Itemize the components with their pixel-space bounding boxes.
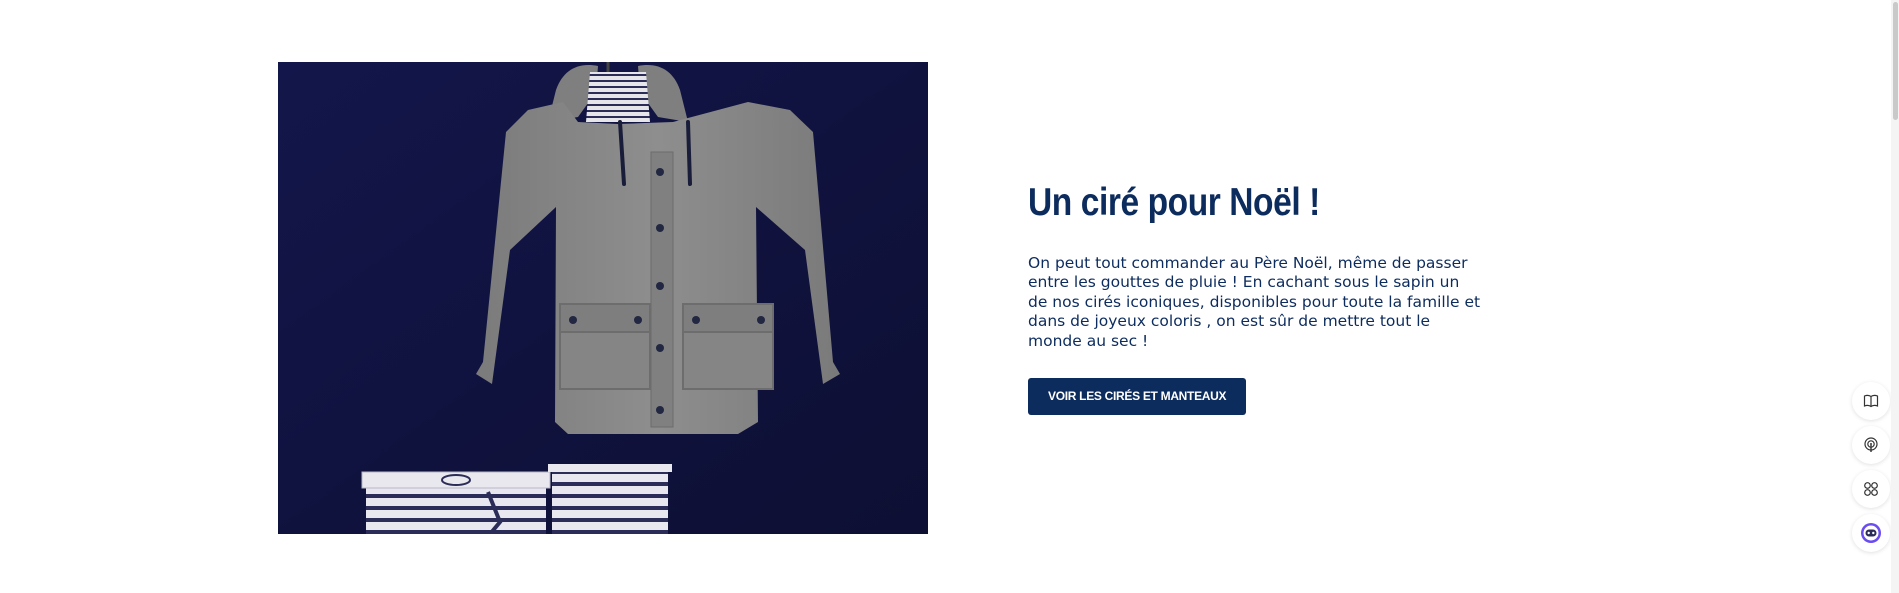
chatbot-icon xyxy=(1861,523,1881,543)
podcast-icon xyxy=(1864,437,1878,452)
promo-title: Un ciré pour Noël ! xyxy=(1028,181,1320,224)
promo-description: On peut tout commander au Père Noël, mêm… xyxy=(1028,254,1481,350)
apps-button[interactable] xyxy=(1852,470,1890,508)
podcast-button[interactable] xyxy=(1852,426,1890,464)
chatbot-button[interactable] xyxy=(1852,514,1890,552)
book-button[interactable] xyxy=(1852,382,1890,420)
scrollbar-thumb[interactable] xyxy=(1893,2,1898,120)
floating-toolbar xyxy=(1852,382,1892,558)
raincoat-illustration xyxy=(278,62,928,534)
promo-content: Un ciré pour Noël ! On peut tout command… xyxy=(1028,178,1488,416)
page-scrollbar[interactable] xyxy=(1891,0,1899,593)
view-raincoats-button[interactable]: VOIR LES CIRÉS ET MANTEAUX xyxy=(1028,378,1247,416)
apps-grid-icon xyxy=(1864,482,1878,496)
book-icon xyxy=(1863,394,1879,408)
product-image xyxy=(278,62,928,534)
